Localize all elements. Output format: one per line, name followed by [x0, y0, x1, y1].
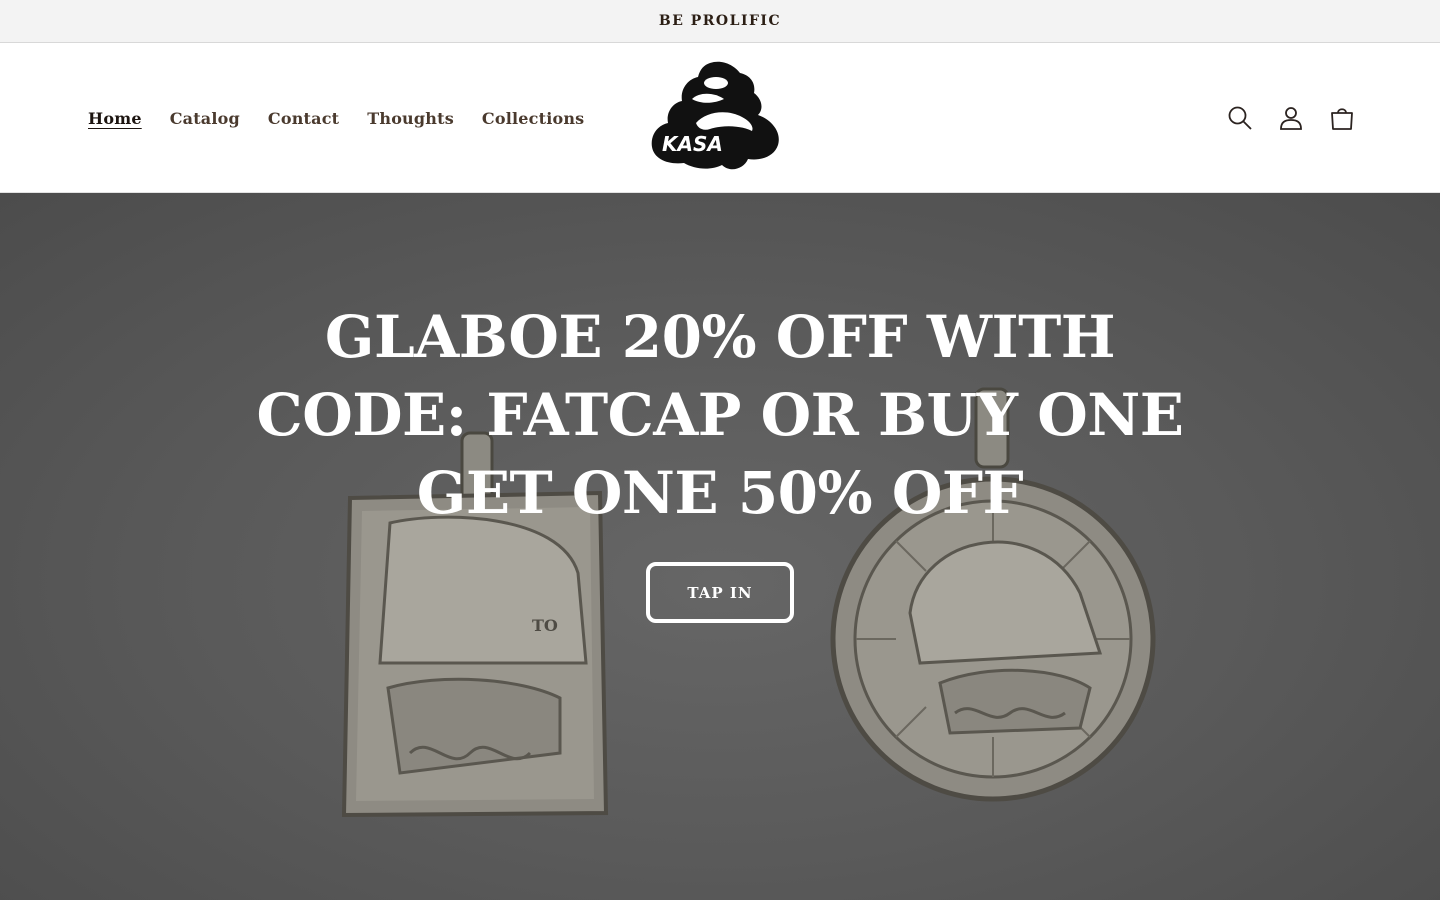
header-icons — [1226, 43, 1356, 193]
account-icon[interactable] — [1277, 104, 1305, 132]
logo-text: KASA — [662, 132, 723, 156]
announcement-bar: BE PROLIFIC — [0, 0, 1440, 43]
nav-item-home[interactable]: Home — [88, 109, 142, 128]
hero-heading: GLABOE 20% OFF WITH CODE: FATCAP OR BUY … — [256, 303, 1184, 527]
site-logo[interactable]: KASA — [650, 59, 784, 173]
tap-in-button[interactable]: TAP IN — [646, 562, 794, 623]
search-icon[interactable] — [1226, 104, 1254, 132]
announcement-text: BE PROLIFIC — [658, 13, 782, 29]
nav-item-catalog[interactable]: Catalog — [170, 109, 240, 128]
site-header: Home Catalog Contact Thoughts Collection… — [0, 43, 1440, 193]
main-nav: Home Catalog Contact Thoughts Collection… — [88, 43, 584, 193]
nav-item-collections[interactable]: Collections — [482, 109, 584, 128]
cart-icon[interactable] — [1328, 104, 1356, 132]
nav-item-thoughts[interactable]: Thoughts — [367, 109, 454, 128]
nav-item-contact[interactable]: Contact — [268, 109, 339, 128]
hero-content: GLABOE 20% OFF WITH CODE: FATCAP OR BUY … — [0, 193, 1440, 900]
hero-banner: TO GLABOE 20% OFF WITH CODE: FATCAP OR B… — [0, 193, 1440, 900]
